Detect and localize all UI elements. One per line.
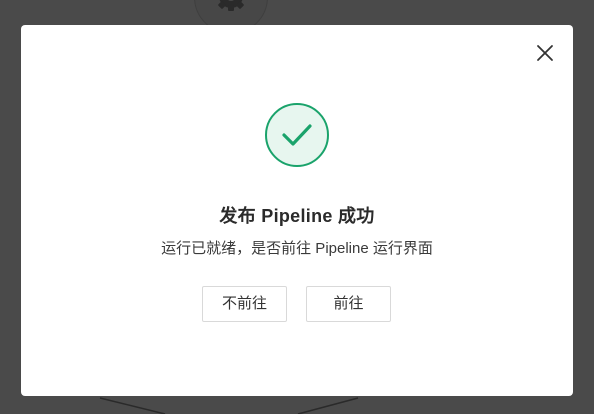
close-icon[interactable] [533,41,557,65]
dialog-title: 发布 Pipeline 成功 [219,206,375,226]
cancel-button[interactable]: 不前往 [202,286,287,322]
success-dialog: 发布 Pipeline 成功 运行已就绪，是否前往 Pipeline 运行界面 … [21,25,573,396]
dialog-message: 运行已就绪，是否前往 Pipeline 运行界面 [161,240,433,257]
success-check-icon [265,103,329,167]
go-to-pipeline-button[interactable]: 前往 [306,286,391,322]
